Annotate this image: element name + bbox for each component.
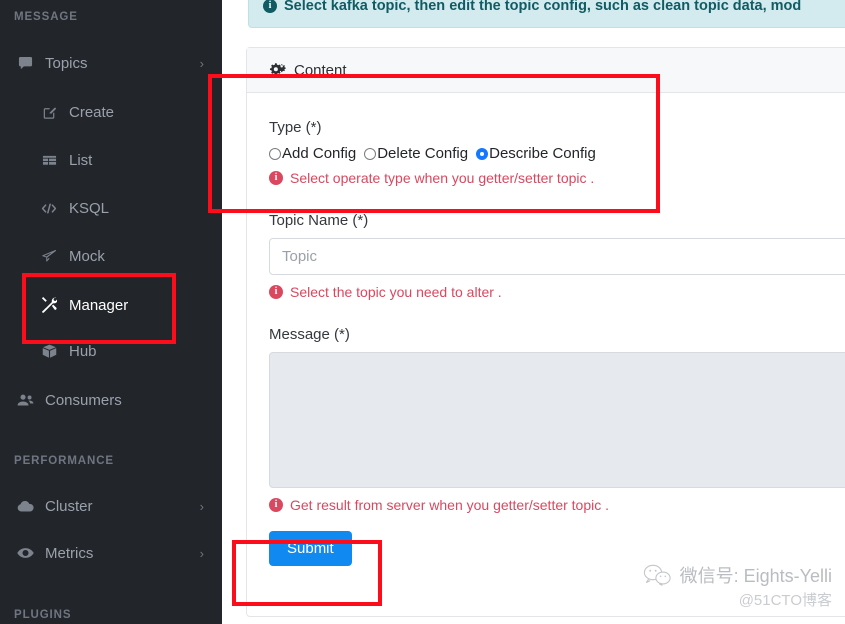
- card-body: Type (*) Add Config Delete Config Descri…: [247, 93, 845, 584]
- card-header-label: Content: [294, 61, 347, 79]
- sidebar-item-label: Cluster: [45, 497, 93, 515]
- hint-text: Select the topic you need to alter .: [290, 284, 502, 300]
- table-icon: [38, 153, 60, 168]
- type-field-hint: Select operate type when you getter/sett…: [269, 170, 845, 186]
- message-hint: Get result from server when you getter/s…: [269, 497, 845, 513]
- hint-text: Select operate type when you getter/sett…: [290, 170, 595, 186]
- message-label: Message (*): [269, 326, 350, 343]
- type-radio-group[interactable]: Add Config Delete Config Describe Config: [269, 145, 845, 162]
- sidebar-item-create[interactable]: Create: [0, 92, 222, 132]
- sidebar-item-label: Hub: [69, 342, 97, 360]
- radio-circle-checked-icon[interactable]: [476, 147, 489, 160]
- sidebar-section-performance: PERFORMANCE: [14, 455, 114, 467]
- info-alert-banner: Select kafka topic, then edit the topic …: [248, 0, 845, 28]
- paper-plane-icon: [38, 249, 60, 264]
- sidebar-item-cluster[interactable]: Cluster ›: [0, 486, 222, 526]
- radio-label: Delete Config: [377, 145, 469, 162]
- sidebar-item-topics[interactable]: Topics ›: [0, 43, 222, 83]
- comment-icon: [14, 56, 36, 71]
- info-alert-text: Select kafka topic, then edit the topic …: [284, 0, 802, 14]
- type-field-label: Type (*): [269, 119, 322, 136]
- radio-circle-icon[interactable]: [269, 147, 281, 160]
- sidebar-item-list[interactable]: List: [0, 140, 222, 180]
- hint-text: Get result from server when you getter/s…: [290, 497, 610, 513]
- sidebar-item-label: List: [69, 151, 93, 169]
- sidebar-section-plugins: PLUGINS: [14, 609, 72, 621]
- eye-icon: [14, 547, 36, 559]
- tools-icon: [38, 297, 60, 313]
- info-circle-icon: [269, 171, 283, 185]
- sidebar-item-label: Create: [69, 103, 115, 121]
- submit-button[interactable]: Submit: [269, 531, 352, 566]
- chevron-right-icon: ›: [199, 55, 204, 71]
- radio-describe-config[interactable]: Describe Config: [476, 145, 596, 162]
- sidebar: MESSAGE Topics › Create List KSQL Mock M…: [0, 0, 222, 624]
- radio-label: Describe Config: [489, 145, 596, 162]
- app-root: MESSAGE Topics › Create List KSQL Mock M…: [0, 0, 845, 624]
- info-circle-icon: [269, 285, 283, 299]
- radio-delete-config[interactable]: Delete Config: [364, 145, 468, 162]
- sidebar-item-label: Manager: [69, 296, 129, 314]
- chevron-right-icon: ›: [199, 545, 204, 561]
- code-icon: [38, 201, 60, 216]
- sidebar-item-manager[interactable]: Manager: [0, 285, 222, 325]
- sidebar-item-metrics[interactable]: Metrics ›: [0, 533, 222, 573]
- cloud-icon: [14, 500, 36, 513]
- edit-square-icon: [38, 105, 60, 120]
- cube-icon: [38, 344, 60, 359]
- radio-circle-icon[interactable]: [364, 147, 377, 160]
- chevron-right-icon: ›: [199, 498, 204, 514]
- users-icon: [14, 393, 36, 407]
- sidebar-item-label: Mock: [69, 247, 105, 265]
- radio-add-config[interactable]: Add Config: [269, 145, 356, 162]
- topic-name-label: Topic Name (*): [269, 212, 369, 229]
- radio-label: Add Config: [282, 145, 357, 162]
- topic-name-hint: Select the topic you need to alter .: [269, 284, 845, 300]
- sidebar-item-label: Topics: [45, 54, 88, 72]
- sidebar-item-label: Metrics: [45, 544, 94, 562]
- card-header: Content: [247, 48, 845, 93]
- gears-icon: [269, 62, 286, 78]
- sidebar-section-message: MESSAGE: [14, 11, 78, 23]
- sidebar-item-hub[interactable]: Hub: [0, 331, 222, 371]
- topic-name-input[interactable]: [269, 238, 845, 275]
- info-circle-icon: [269, 498, 283, 512]
- content-card: Content Type (*) Add Config Delete Confi…: [246, 47, 845, 617]
- sidebar-item-consumers[interactable]: Consumers: [0, 380, 222, 420]
- sidebar-item-ksql[interactable]: KSQL: [0, 188, 222, 228]
- info-circle-icon: [263, 0, 277, 13]
- main-content: Select kafka topic, then edit the topic …: [222, 0, 845, 624]
- message-textarea[interactable]: [269, 352, 845, 488]
- sidebar-item-label: KSQL: [69, 199, 110, 217]
- sidebar-item-label: Consumers: [45, 391, 122, 409]
- sidebar-item-mock[interactable]: Mock: [0, 236, 222, 276]
